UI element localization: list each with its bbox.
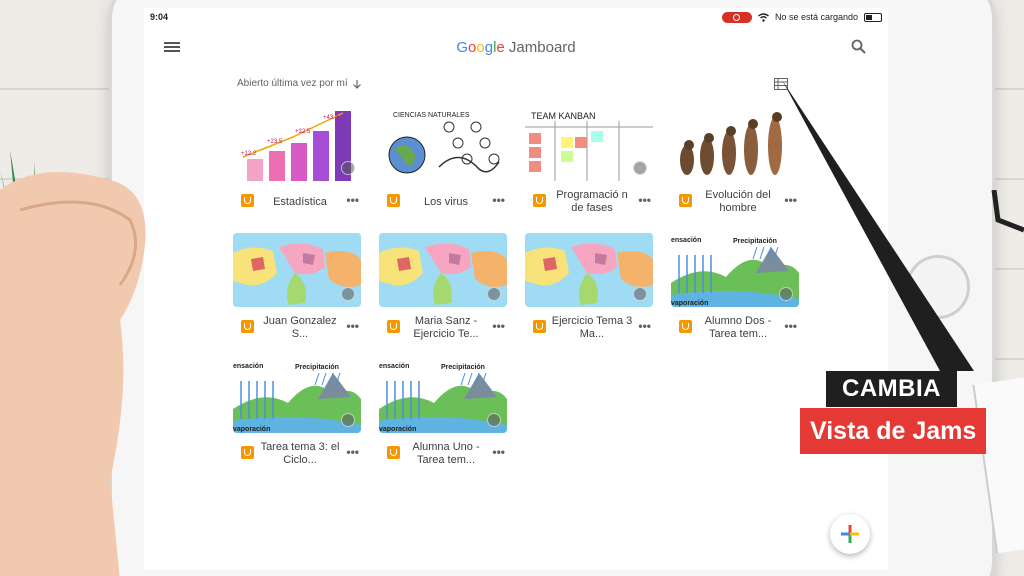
jamboard-icon [387,446,400,459]
jamboard-icon [387,194,400,207]
svg-text:Precipitación: Precipitación [441,364,485,371]
more-options-icon[interactable]: ••• [346,319,359,333]
jamboard-icon [533,194,546,207]
svg-text:CIENCIAS NATURALES: CIENCIAS NATURALES [393,112,470,119]
jam-title: Alumna Uno - Tarea tem... [412,441,480,466]
jam-title: Alumno Dos - Tarea tem... [704,315,772,340]
jam-thumbnail[interactable]: TEAM KANBAN [525,107,653,181]
jam-card[interactable]: ensación Precipitación vaporación Alumna Un… [379,359,507,469]
jam-card[interactable]: CIENCIAS NATURALES Los virus ••• [379,107,507,217]
svg-text:+23.5: +23.5 [267,139,283,145]
jam-title: Evolución del hombre [705,189,771,214]
jam-thumbnail[interactable] [379,233,507,307]
shared-badge-icon [341,161,355,175]
jam-card[interactable]: Juan Gonzalez S... ••• [233,233,361,343]
more-options-icon[interactable]: ••• [492,193,505,207]
jam-thumbnail[interactable]: +43.3 +32.5 +23.5 +12.2 [233,107,361,181]
jam-card-footer: Estadística ••• [233,187,361,219]
battery-status-text: No se está cargando [774,12,858,22]
callout-title: CAMBIA [826,371,957,407]
shared-badge-icon [341,413,355,427]
svg-text:vaporación: vaporación [233,426,270,433]
svg-text:ensación: ensación [671,237,701,244]
wifi-icon [758,12,769,22]
google-wordmark: Google [456,39,505,56]
more-options-icon[interactable]: ••• [492,319,505,333]
svg-text:vaporación: vaporación [671,300,708,307]
jam-card-footer: Juan Gonzalez S... ••• [233,313,361,345]
jam-card-footer: Tarea tema 3: el Ciclo... ••• [233,439,361,471]
callout-subtitle: Vista de Jams [800,408,987,454]
shared-badge-icon [633,161,647,175]
jam-thumbnail[interactable]: ensación Precipitación vaporación [379,359,507,433]
more-options-icon[interactable]: ••• [638,193,651,207]
sort-label: Abierto última vez por mí [237,78,348,89]
jam-title: Ejercicio Tema 3 Ma... [551,315,633,340]
jam-thumbnail[interactable]: CIENCIAS NATURALES [379,107,507,181]
jam-thumbnail[interactable]: ensación Precipitación vaporación [233,359,361,433]
arrow-down-icon [352,79,361,89]
jamboard-icon [533,320,546,333]
jamboard-icon [241,446,254,459]
jam-card-footer: Programació n de fases ••• [525,187,653,219]
jam-card[interactable]: Maria Sanz - Ejercicio Te... ••• [379,233,507,343]
plus-icon [841,525,859,543]
jamboard-icon [241,194,254,207]
jam-card-footer: Los virus ••• [379,187,507,219]
status-bar: 9:04 No se está cargando [144,8,888,26]
svg-text:Precipitación: Precipitación [295,364,339,371]
jamboard-icon [679,320,692,333]
jamboard-icon [241,320,254,333]
jam-card-footer: Maria Sanz - Ejercicio Te... ••• [379,313,507,345]
jam-title: Maria Sanz - Ejercicio Te... [413,315,479,340]
status-indicators: No se está cargando [721,11,882,23]
status-time: 9:04 [150,12,169,22]
jam-card[interactable]: +43.3 +32.5 +23.5 +12.2 Estadística ••• [233,107,361,217]
svg-text:vaporación: vaporación [379,426,416,433]
new-jam-button[interactable] [830,514,870,554]
callout-pointer [782,80,974,371]
app-bar: Google Jamboard [144,30,888,76]
screen-record-icon [721,11,752,23]
shared-badge-icon [633,287,647,301]
more-options-icon[interactable]: ••• [346,193,359,207]
product-name: Jamboard [508,39,576,56]
search-icon[interactable] [850,38,868,56]
jamboard-icon [679,194,692,207]
svg-text:+43.3: +43.3 [323,115,339,121]
jam-card-footer: Alumna Uno - Tarea tem... ••• [379,439,507,471]
jam-title: Los virus [423,196,469,208]
shared-badge-icon [487,413,501,427]
more-options-icon[interactable]: ••• [492,445,505,459]
jam-thumbnail[interactable] [525,233,653,307]
battery-icon [864,12,882,22]
svg-text:TEAM KANBAN: TEAM KANBAN [531,111,596,121]
jamboard-icon [387,320,400,333]
jam-card[interactable]: Ejercicio Tema 3 Ma... ••• [525,233,653,343]
svg-text:ensación: ensación [379,363,409,370]
jam-title: Estadística [273,196,327,208]
jam-thumbnail[interactable] [233,233,361,307]
svg-text:+12.2: +12.2 [241,151,257,157]
hand-decoration [0,172,146,576]
more-options-icon[interactable]: ••• [638,319,651,333]
shared-badge-icon [487,287,501,301]
jam-title: Tarea tema 3: el Ciclo... [260,441,340,466]
jam-title: Juan Gonzalez S... [263,315,337,340]
jam-card[interactable]: ensación Precipitación vaporación Tarea tem… [233,359,361,469]
app-logo-title: Google Jamboard [144,39,888,56]
sort-selector[interactable]: Abierto última vez por mí [237,78,362,89]
more-options-icon[interactable]: ••• [346,445,359,459]
shared-badge-icon [341,287,355,301]
svg-text:ensación: ensación [233,363,263,370]
jam-card-footer: Ejercicio Tema 3 Ma... ••• [525,313,653,345]
svg-text:+32.5: +32.5 [295,129,311,135]
jam-title: Programació n de fases [556,189,628,214]
jam-card[interactable]: TEAM KANBAN Programació n de fases ••• [525,107,653,217]
